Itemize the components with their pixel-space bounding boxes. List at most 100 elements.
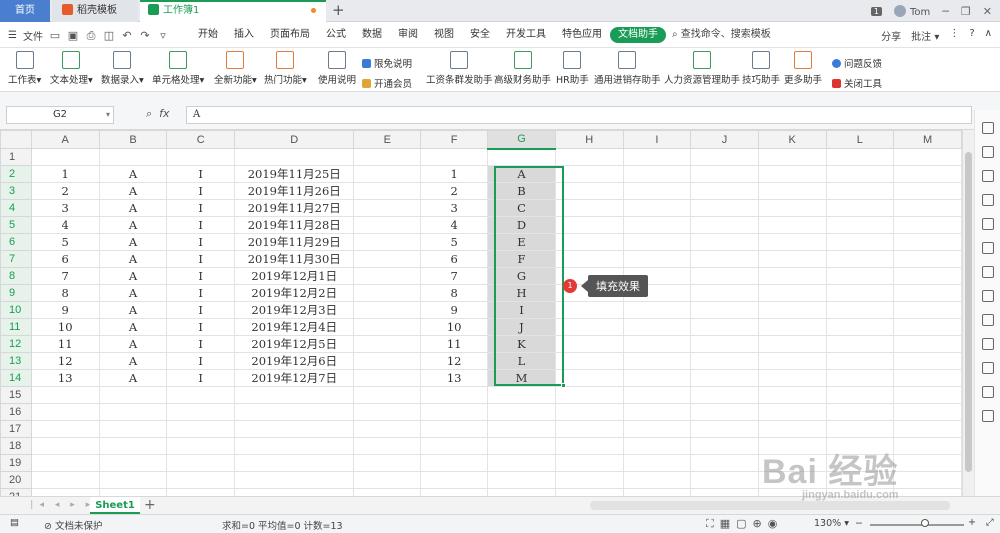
cell[interactable] xyxy=(825,335,895,353)
cell[interactable] xyxy=(234,420,355,438)
vertical-scrollbar[interactable] xyxy=(962,130,974,496)
column-header[interactable]: D xyxy=(234,130,355,149)
cell[interactable] xyxy=(622,233,692,251)
cell[interactable] xyxy=(353,420,422,438)
tips-assistant-button[interactable]: 技巧助手 xyxy=(742,51,780,86)
cell[interactable] xyxy=(554,318,624,336)
cell[interactable] xyxy=(622,352,692,370)
file-menu[interactable]: 文件 xyxy=(23,28,43,43)
cell[interactable] xyxy=(893,216,962,234)
cell[interactable] xyxy=(893,420,962,438)
cell[interactable] xyxy=(893,318,962,336)
cell[interactable] xyxy=(487,420,556,438)
open-vip-link[interactable]: 开通会员 xyxy=(362,76,412,90)
cell[interactable] xyxy=(757,369,827,387)
cell[interactable]: 6 xyxy=(420,250,489,268)
cell[interactable] xyxy=(166,471,236,489)
cell[interactable]: A xyxy=(98,318,168,336)
cell[interactable] xyxy=(353,199,422,217)
cell[interactable]: 6 xyxy=(30,250,100,268)
cell[interactable] xyxy=(757,250,827,268)
zoom-slider-knob[interactable] xyxy=(921,519,929,527)
cell[interactable] xyxy=(622,301,692,319)
cell[interactable] xyxy=(757,352,827,370)
cell[interactable]: 4 xyxy=(420,216,489,234)
tab-view[interactable]: 视图 xyxy=(426,27,462,43)
tab-doc-assistant[interactable]: 文档助手 xyxy=(610,27,666,43)
cell[interactable] xyxy=(487,454,556,472)
redo-icon[interactable]: ↷ xyxy=(139,29,151,42)
view-switchers[interactable]: ⛶▦▢⊕◉ xyxy=(706,517,783,531)
cell[interactable]: I xyxy=(166,284,236,302)
cell-processing-button[interactable]: 单元格处理▾ xyxy=(152,51,204,86)
row-header[interactable]: 5 xyxy=(0,216,32,234)
cell[interactable] xyxy=(893,301,962,319)
hr-assistant-button[interactable]: HR助手 xyxy=(556,51,589,86)
cell[interactable] xyxy=(690,386,759,404)
customize-chevron-icon[interactable]: ▿ xyxy=(157,29,169,42)
column-header[interactable]: M xyxy=(893,130,962,149)
cell[interactable] xyxy=(825,301,895,319)
cell[interactable] xyxy=(234,148,355,166)
cell[interactable] xyxy=(420,488,489,496)
cell[interactable] xyxy=(893,250,962,268)
cell[interactable]: 7 xyxy=(30,267,100,285)
cell[interactable] xyxy=(166,386,236,404)
cell[interactable]: 2019年11月26日 xyxy=(234,182,355,200)
row-header[interactable]: 4 xyxy=(0,199,32,217)
spreadsheet-grid[interactable]: A B C D E F G H I J K L M 1 2 1 A I 2019年11月25日 1 A 3 2 A I 2019年… xyxy=(0,130,962,496)
cell[interactable] xyxy=(30,437,100,455)
minimize-icon[interactable]: ─ xyxy=(942,5,949,18)
row-header[interactable]: 10 xyxy=(0,301,32,319)
cell[interactable] xyxy=(825,386,895,404)
cell[interactable] xyxy=(353,437,422,455)
cell[interactable]: I xyxy=(166,199,236,217)
cell[interactable] xyxy=(622,199,692,217)
cell[interactable]: C xyxy=(487,199,556,217)
cell[interactable] xyxy=(554,386,624,404)
cell[interactable] xyxy=(622,403,692,421)
cell[interactable] xyxy=(690,182,759,200)
cell[interactable] xyxy=(690,267,759,285)
cell[interactable]: I xyxy=(166,216,236,234)
cell[interactable] xyxy=(690,199,759,217)
cell[interactable] xyxy=(757,301,827,319)
cell[interactable] xyxy=(98,420,168,438)
cell[interactable]: B xyxy=(487,182,556,200)
cell[interactable] xyxy=(825,284,895,302)
feedback-link[interactable]: 问题反馈 xyxy=(832,56,882,70)
cell[interactable] xyxy=(622,216,692,234)
cell[interactable]: G xyxy=(487,267,556,285)
cell[interactable] xyxy=(893,369,962,387)
column-header[interactable]: I xyxy=(622,130,692,149)
cell[interactable]: 12 xyxy=(420,352,489,370)
cell[interactable] xyxy=(893,386,962,404)
cell[interactable] xyxy=(554,454,624,472)
row-header[interactable]: 18 xyxy=(0,437,32,455)
cell[interactable] xyxy=(353,403,422,421)
cell[interactable] xyxy=(30,403,100,421)
row-header[interactable]: 2 xyxy=(0,165,32,183)
cell[interactable] xyxy=(757,335,827,353)
cell[interactable] xyxy=(487,403,556,421)
cell[interactable] xyxy=(487,471,556,489)
settings-icon[interactable] xyxy=(981,410,994,422)
cell[interactable] xyxy=(825,233,895,251)
hamburger-icon[interactable]: ☰ xyxy=(8,30,17,41)
cell[interactable] xyxy=(487,148,556,166)
cell[interactable] xyxy=(893,284,962,302)
close-tool-link[interactable]: 关闭工具 xyxy=(832,76,882,90)
cell[interactable] xyxy=(825,369,895,387)
edit-icon[interactable] xyxy=(981,290,994,302)
cell[interactable] xyxy=(690,148,759,166)
cell[interactable]: 2019年12月7日 xyxy=(234,369,355,387)
cell[interactable] xyxy=(622,165,692,183)
cell[interactable]: 10 xyxy=(420,318,489,336)
cell[interactable]: 2 xyxy=(420,182,489,200)
cell[interactable] xyxy=(825,403,895,421)
cell[interactable] xyxy=(825,165,895,183)
cell[interactable] xyxy=(353,386,422,404)
cell[interactable] xyxy=(234,454,355,472)
cell[interactable]: I xyxy=(487,301,556,319)
cell[interactable] xyxy=(757,233,827,251)
